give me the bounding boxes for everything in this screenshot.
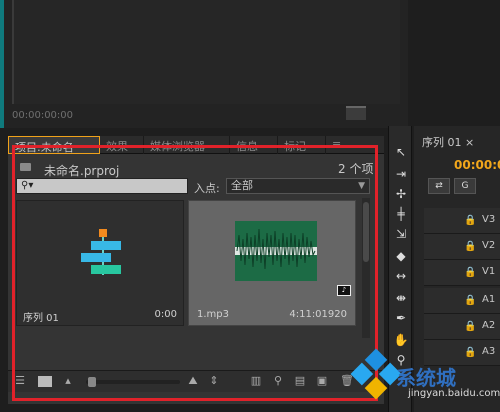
lock-icon[interactable]: 🔒 bbox=[464, 321, 476, 332]
monitor-resize-handle[interactable] bbox=[346, 106, 366, 120]
lock-icon[interactable]: 🔒 bbox=[464, 215, 476, 226]
track-v2[interactable]: 🔒 V2 bbox=[424, 234, 500, 260]
tab-sequence-01[interactable]: 序列 01 × bbox=[422, 134, 474, 150]
track-v3[interactable]: 🔒 V3 bbox=[424, 208, 500, 234]
track-a2[interactable]: 🔒 A2 bbox=[424, 314, 500, 340]
watermark-brand: 系统城 bbox=[396, 366, 456, 390]
track-a1[interactable]: 🔒 A1 bbox=[424, 288, 500, 314]
pen-tool-icon[interactable]: ✒ bbox=[393, 310, 409, 326]
lock-icon[interactable]: 🔒 bbox=[464, 347, 476, 358]
slip-tool-icon[interactable]: ↔ bbox=[393, 268, 409, 284]
slide-tool-icon[interactable]: ⇼ bbox=[393, 290, 409, 306]
highlight-box bbox=[12, 145, 378, 401]
rate-stretch-tool-icon[interactable]: ⇲ bbox=[393, 226, 409, 242]
selection-tool-icon[interactable]: ↖ bbox=[393, 144, 409, 160]
timeline-timecode[interactable]: 00:00:0 bbox=[454, 158, 500, 172]
monitor-viewport bbox=[12, 0, 400, 104]
track-v1[interactable]: 🔒 V1 bbox=[424, 260, 500, 286]
snap-icon[interactable]: ⇄ bbox=[428, 178, 450, 194]
link-icon[interactable]: G bbox=[454, 178, 476, 194]
hand-tool-icon[interactable]: ✋ bbox=[393, 332, 409, 348]
razor-tool-icon[interactable]: ◆ bbox=[393, 248, 409, 264]
lock-icon[interactable]: 🔒 bbox=[464, 241, 476, 252]
rolling-edit-tool-icon[interactable]: ╪ bbox=[393, 206, 409, 222]
ripple-edit-tool-icon[interactable]: ✢ bbox=[393, 186, 409, 202]
lock-icon[interactable]: 🔒 bbox=[464, 267, 476, 278]
watermark-url: jingyan.baidu.com bbox=[408, 388, 500, 399]
track-select-tool-icon[interactable]: ⇥ bbox=[393, 166, 409, 182]
lock-icon[interactable]: 🔒 bbox=[464, 295, 476, 306]
monitor-timecode: 00:00:00:00 bbox=[12, 110, 74, 121]
